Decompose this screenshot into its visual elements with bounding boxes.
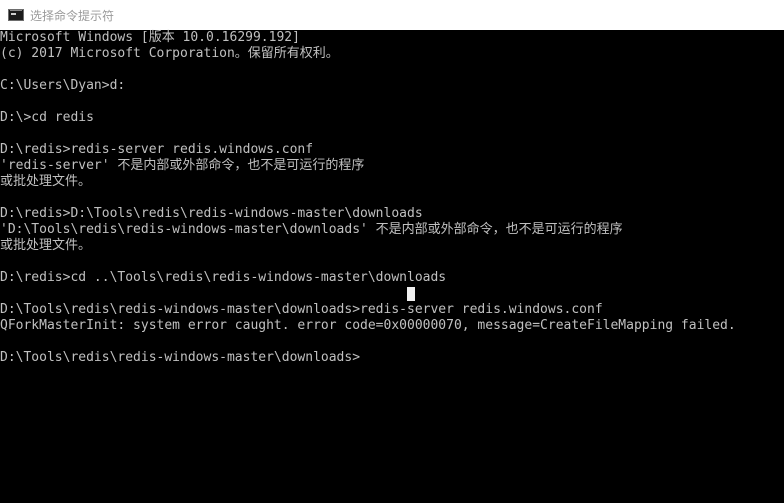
console-line: (c) 2017 Microsoft Corporation。保留所有权利。 bbox=[0, 46, 339, 61]
console-line: D:\Tools\redis\redis-windows-master\down… bbox=[0, 350, 361, 365]
console-line: C:\Users\Dyan>d: bbox=[0, 78, 126, 93]
text-cursor bbox=[407, 287, 415, 301]
console-line: 或批处理文件。 bbox=[0, 174, 92, 189]
console-line: Microsoft Windows [版本 10.0.16299.192] bbox=[0, 30, 300, 45]
console-line: 'D:\Tools\redis\redis-windows-master\dow… bbox=[0, 222, 623, 237]
console-line: QForkMasterInit: system error caught. er… bbox=[0, 318, 736, 333]
cmd-icon[interactable] bbox=[8, 9, 24, 21]
console-line: D:\redis>D:\Tools\redis\redis-windows-ma… bbox=[0, 206, 423, 221]
console-output[interactable]: Microsoft Windows [版本 10.0.16299.192] (c… bbox=[0, 30, 784, 503]
command-prompt-window: 选择命令提示符 Microsoft Windows [版本 10.0.16299… bbox=[0, 0, 784, 503]
console-line: D:\redis>cd ..\Tools\redis\redis-windows… bbox=[0, 270, 447, 285]
console-line: D:\>cd redis bbox=[0, 110, 94, 125]
title-bar[interactable]: 选择命令提示符 bbox=[0, 0, 784, 30]
console-line: 'redis-server' 不是内部或外部命令，也不是可运行的程序 bbox=[0, 158, 365, 173]
console-line: D:\redis>redis-server redis.windows.conf bbox=[0, 142, 314, 157]
console-line: 或批处理文件。 bbox=[0, 238, 92, 253]
window-title: 选择命令提示符 bbox=[30, 8, 115, 23]
console-line: D:\Tools\redis\redis-windows-master\down… bbox=[0, 302, 603, 317]
